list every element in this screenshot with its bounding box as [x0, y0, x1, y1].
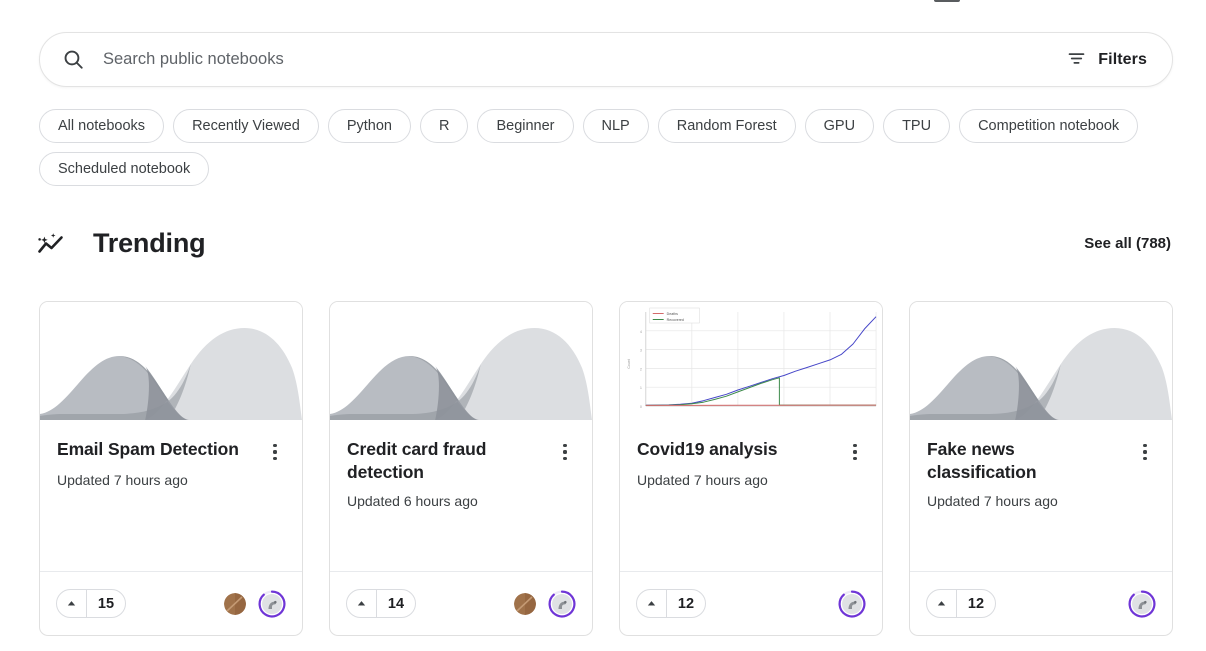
card-avatars	[1128, 590, 1156, 618]
svg-text:Count: Count	[627, 359, 631, 369]
card-title: Email Spam Detection	[57, 439, 239, 459]
vote-control[interactable]: 15	[56, 589, 126, 618]
trending-sparkline-icon	[36, 229, 66, 259]
svg-text:4: 4	[640, 330, 642, 334]
filter-chip-list: All notebooks Recently Viewed Python R Begin…	[39, 109, 1179, 186]
svg-text:3: 3	[640, 349, 642, 353]
card-body: Email Spam Detection Updated 7 hours ago	[40, 420, 302, 571]
card-updated-text: Updated 7 hours ago	[57, 472, 188, 488]
notebook-card[interactable]: 0 1 2 3 4 Count Deaths Recovered Covid19 analysi…	[619, 301, 883, 636]
caret-up-icon[interactable]	[57, 590, 87, 617]
vote-count: 12	[677, 595, 695, 612]
kebab-menu-icon[interactable]	[1135, 441, 1155, 463]
card-footer: 12	[910, 571, 1172, 635]
card-updated-text: Updated 6 hours ago	[347, 493, 478, 510]
card-avatars	[838, 590, 866, 618]
brown-circle-avatar[interactable]	[224, 592, 246, 615]
svg-text:Recovered: Recovered	[667, 318, 684, 322]
search-bar[interactable]: Filters	[39, 32, 1173, 87]
ring-progress-avatar[interactable]	[548, 590, 576, 618]
ring-progress-avatar[interactable]	[838, 590, 866, 618]
filter-chip[interactable]: Random Forest	[657, 109, 796, 143]
notebook-card[interactable]: Credit card fraud detection Updated 6 hou…	[329, 301, 593, 636]
card-updated-text: Updated 7 hours ago	[927, 493, 1058, 510]
page-title: Trending	[93, 228, 206, 258]
search-icon	[61, 48, 85, 72]
filter-chip[interactable]: NLP	[582, 109, 649, 143]
svg-text:2: 2	[640, 367, 642, 371]
kebab-menu-icon[interactable]	[555, 441, 575, 463]
filters-label: Filters	[1098, 50, 1147, 68]
notebook-thumbnail-placeholder	[40, 302, 302, 420]
vote-control[interactable]: 12	[926, 589, 996, 618]
vote-control[interactable]: 12	[636, 589, 706, 618]
ring-progress-avatar[interactable]	[258, 590, 286, 618]
filter-chip[interactable]: Scheduled notebook	[39, 152, 210, 186]
notebook-thumbnail-placeholder	[330, 302, 592, 420]
card-title: Fake news classification	[927, 439, 1037, 483]
notebook-thumbnail-placeholder	[910, 302, 1172, 420]
card-title-row: Email Spam Detection	[57, 438, 285, 463]
notebook-card[interactable]: Fake news classification Updated 7 hours …	[909, 301, 1173, 636]
cut-off-header-element	[934, 0, 960, 2]
search-input[interactable]	[103, 50, 1065, 69]
notebook-thumbnail-chart: 0 1 2 3 4 Count Deaths Recovered	[620, 302, 882, 420]
card-footer: 15	[40, 571, 302, 635]
filters-button[interactable]: Filters	[1064, 44, 1149, 76]
svg-text:1: 1	[640, 386, 642, 390]
filter-chip[interactable]: GPU	[804, 109, 875, 143]
notebook-card-grid: Email Spam Detection Updated 7 hours ago 1…	[39, 301, 1173, 636]
notebook-card[interactable]: Email Spam Detection Updated 7 hours ago 1…	[39, 301, 303, 636]
trending-section-header: Trending See all (788)	[36, 228, 1173, 259]
vote-count: 14	[387, 595, 405, 612]
caret-up-icon[interactable]	[637, 590, 667, 617]
vote-count: 15	[97, 595, 115, 612]
card-body: Credit card fraud detection Updated 6 hou…	[330, 420, 592, 571]
caret-up-icon[interactable]	[347, 590, 377, 617]
svg-text:0: 0	[640, 405, 642, 409]
filter-chip[interactable]: R	[419, 109, 469, 143]
caret-up-icon[interactable]	[927, 590, 957, 617]
card-title-row: Fake news classification	[927, 438, 1155, 484]
card-footer: 14	[330, 571, 592, 635]
card-updated-text: Updated 7 hours ago	[637, 472, 768, 488]
kebab-menu-icon[interactable]	[845, 441, 865, 463]
card-body: Fake news classification Updated 7 hours …	[910, 420, 1172, 571]
card-title-row: Covid19 analysis	[637, 438, 865, 463]
filter-chip[interactable]: Competition notebook	[959, 109, 1139, 143]
kebab-menu-icon[interactable]	[265, 441, 285, 463]
svg-text:Deaths: Deaths	[667, 312, 679, 316]
card-title-row: Credit card fraud detection	[347, 438, 575, 484]
brown-circle-avatar[interactable]	[514, 592, 536, 615]
filter-chip[interactable]: Python	[327, 109, 411, 143]
notebooks-browse-page: Filters All notebooksRecently ViewedPyth…	[0, 0, 1206, 651]
filter-chip[interactable]: All notebooks	[39, 109, 165, 143]
card-avatars	[514, 590, 576, 618]
filter-chip[interactable]: Recently Viewed	[173, 109, 319, 143]
filter-chip[interactable]: TPU	[883, 109, 951, 143]
card-body: Covid19 analysis Updated 7 hours ago	[620, 420, 882, 571]
card-title: Covid19 analysis	[637, 439, 778, 459]
card-avatars	[224, 590, 286, 618]
see-all-button[interactable]: See all (788)	[1082, 231, 1173, 256]
filter-list-icon	[1066, 48, 1087, 72]
card-title: Credit card fraud detection	[347, 439, 487, 483]
ring-progress-avatar[interactable]	[1128, 590, 1156, 618]
card-footer: 12	[620, 571, 882, 635]
filter-chip[interactable]: Beginner	[477, 109, 574, 143]
vote-control[interactable]: 14	[346, 589, 416, 618]
vote-count: 12	[967, 595, 985, 612]
